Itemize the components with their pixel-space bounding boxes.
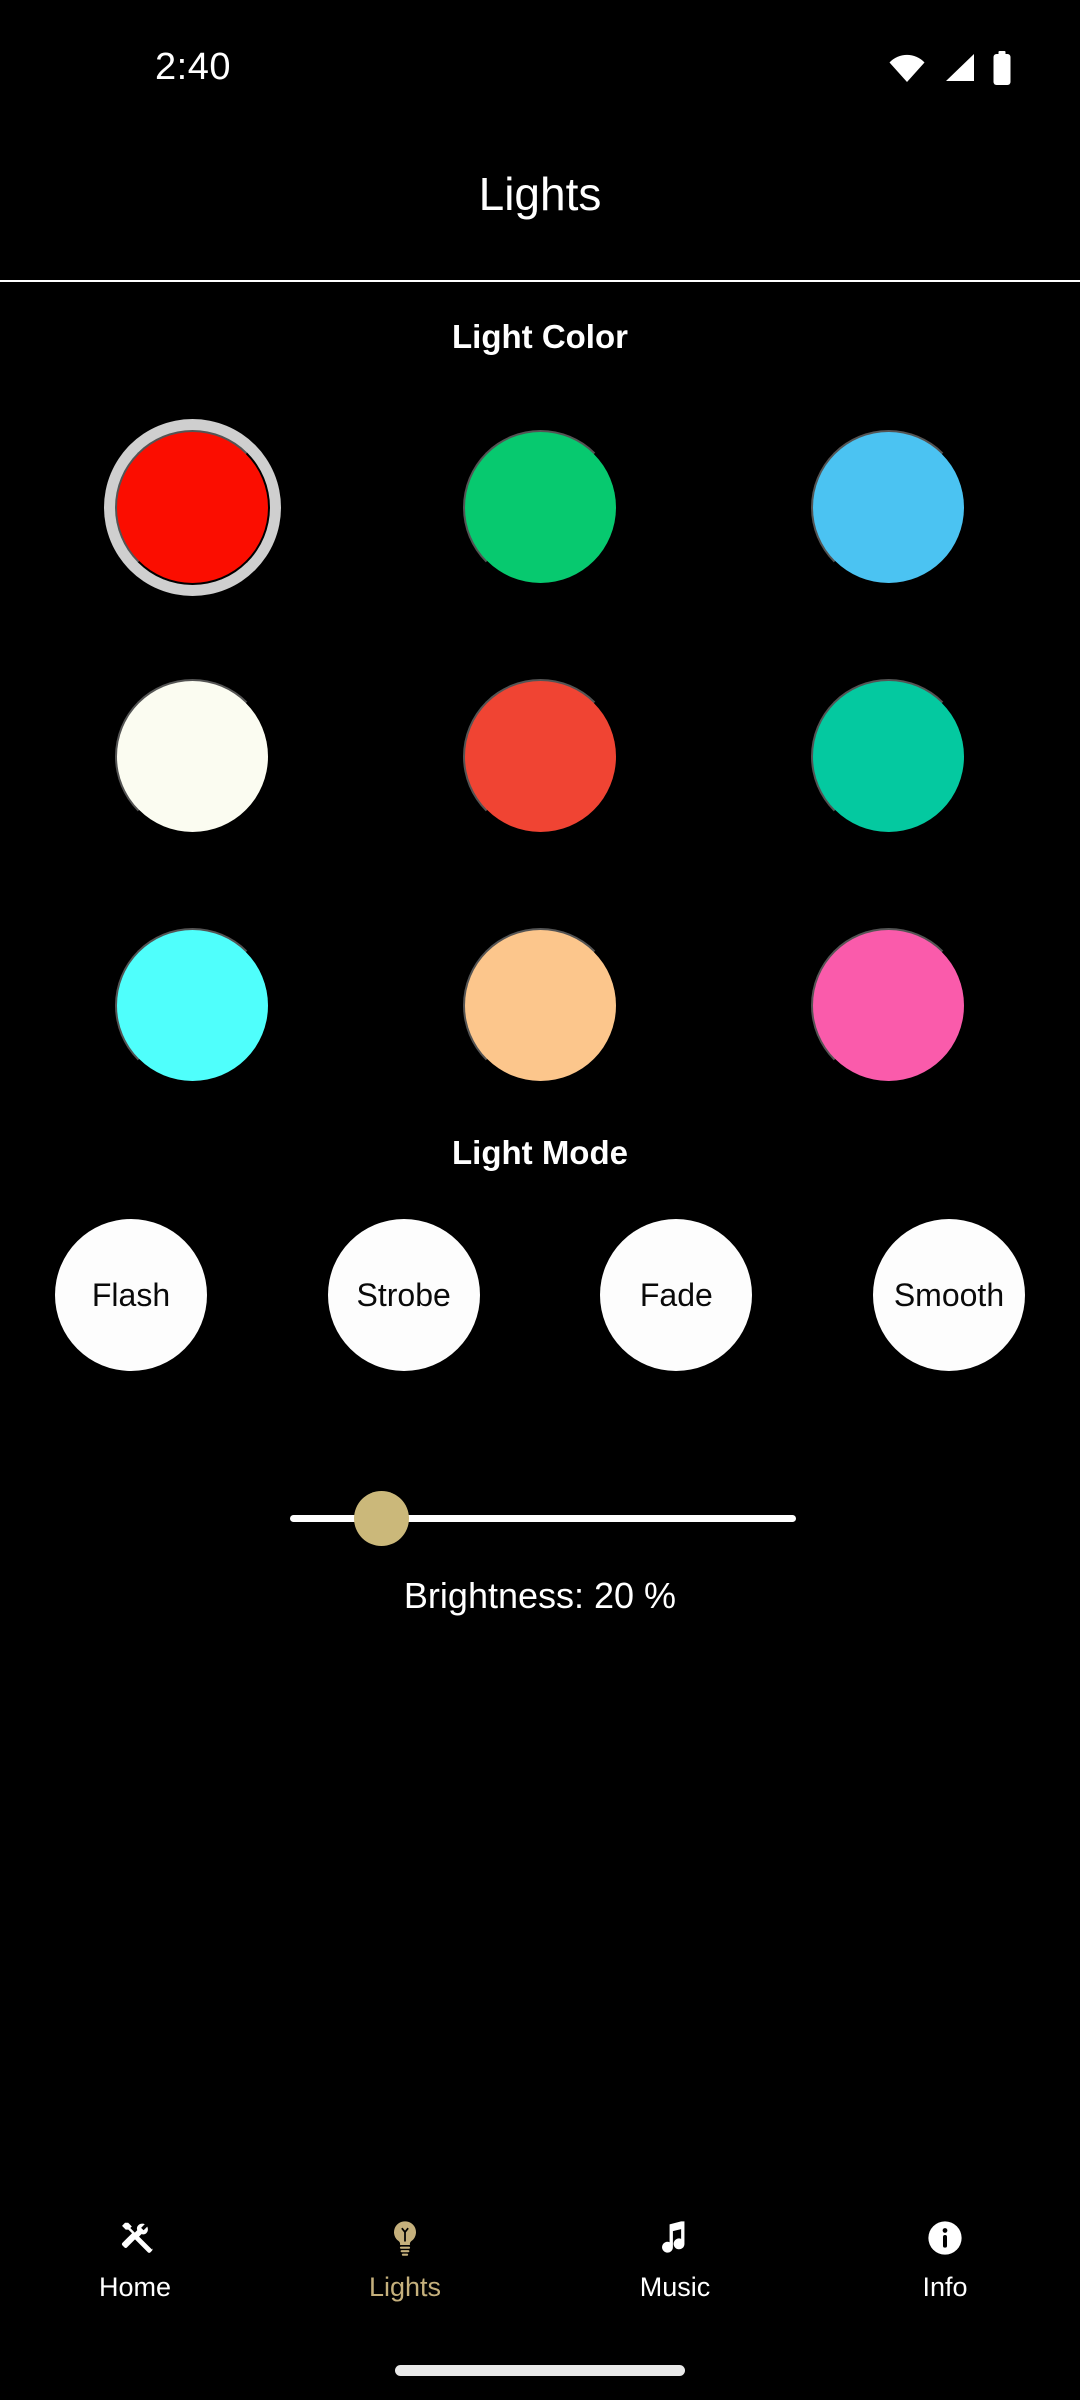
gesture-home-bar[interactable] xyxy=(395,2365,685,2376)
app-bar: Lights xyxy=(0,108,1080,280)
color-swatch-coral[interactable] xyxy=(462,678,618,834)
color-swatch-cell xyxy=(798,673,978,839)
info-icon xyxy=(924,2216,966,2260)
mode-button-strobe[interactable]: Strobe xyxy=(327,1219,480,1371)
color-row xyxy=(0,673,1080,839)
color-swatch-teal[interactable] xyxy=(810,678,966,834)
nav-item-home[interactable]: Home xyxy=(35,2216,235,2301)
color-swatch-cell xyxy=(102,673,282,839)
nav-label-home: Home xyxy=(98,2272,172,2302)
color-swatch-ivory[interactable] xyxy=(114,678,270,834)
nav-item-music[interactable]: Music xyxy=(575,2216,775,2301)
tools-icon xyxy=(114,2216,156,2260)
app-bar-divider xyxy=(0,280,1080,282)
status-bar-clock: 2:40 xyxy=(155,46,231,88)
color-swatch-cell xyxy=(798,922,978,1088)
status-bar-icons xyxy=(888,48,1012,88)
light-color-grid xyxy=(0,424,1080,1088)
color-swatch-cell xyxy=(798,424,978,590)
nav-label-music: Music xyxy=(639,2272,711,2302)
nav-label-lights: Lights xyxy=(368,2272,442,2302)
color-row xyxy=(0,424,1080,590)
mode-button-smooth[interactable]: Smooth xyxy=(872,1219,1025,1371)
bottom-navigation-bar: Home Lights Music Info xyxy=(0,2216,1080,2332)
phone-screen: 2:40 Lights Light Color Light Mode Flash… xyxy=(0,0,1080,2400)
color-swatch-red[interactable] xyxy=(114,429,270,585)
nav-item-lights[interactable]: Lights xyxy=(305,2216,505,2301)
light-mode-heading: Light Mode xyxy=(452,1134,628,1171)
mode-button-fade[interactable]: Fade xyxy=(600,1219,753,1371)
color-swatch-cell xyxy=(102,424,282,590)
page-title: Lights xyxy=(478,168,602,220)
brightness-slider[interactable] xyxy=(0,1487,1080,1549)
nav-item-info[interactable]: Info xyxy=(845,2216,1045,2301)
wifi-icon xyxy=(889,54,925,82)
battery-icon xyxy=(993,51,1011,85)
lightbulb-icon xyxy=(384,2216,426,2260)
music-note-icon xyxy=(654,2216,696,2260)
brightness-label: Brightness: 20 % xyxy=(403,1575,677,1616)
color-swatch-pink[interactable] xyxy=(810,927,966,1083)
color-swatch-blue[interactable] xyxy=(810,429,966,585)
color-swatch-cell xyxy=(450,673,630,839)
color-swatch-green[interactable] xyxy=(462,429,618,585)
cellular-signal-icon xyxy=(946,54,974,81)
brightness-slider-thumb[interactable] xyxy=(354,1491,410,1546)
light-mode-buttons: Flash Strobe Fade Smooth xyxy=(0,1219,1080,1371)
color-swatch-cell xyxy=(450,922,630,1088)
light-color-heading: Light Color xyxy=(452,318,628,355)
color-swatch-cell xyxy=(102,922,282,1088)
mode-button-flash[interactable]: Flash xyxy=(55,1219,207,1371)
color-row xyxy=(0,922,1080,1088)
color-swatch-peach[interactable] xyxy=(462,927,618,1083)
status-bar: 2:40 xyxy=(0,0,1080,108)
color-swatch-cell xyxy=(450,424,630,590)
nav-label-info: Info xyxy=(922,2272,968,2302)
color-swatch-cyan[interactable] xyxy=(114,927,270,1083)
